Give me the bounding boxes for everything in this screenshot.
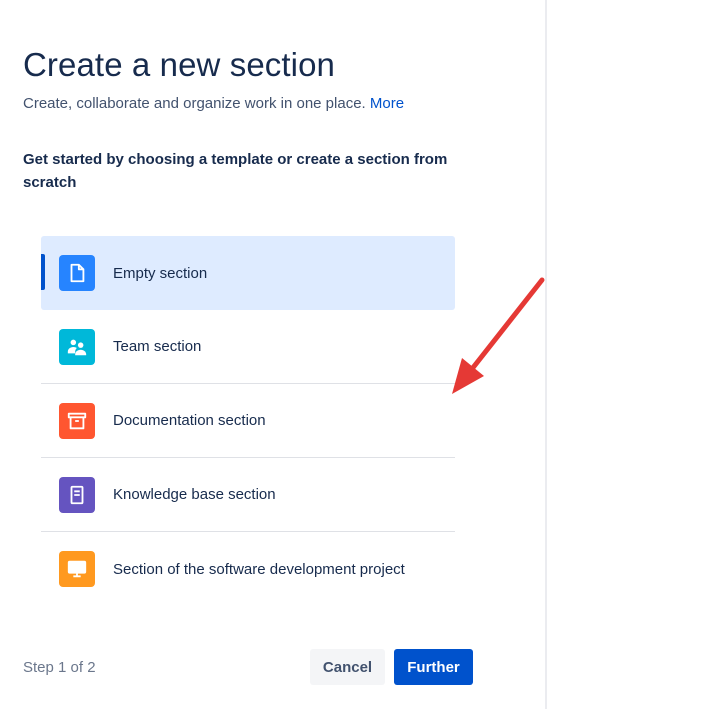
further-button[interactable]: Further [394, 649, 473, 685]
template-label: Documentation section [113, 412, 266, 429]
cancel-button[interactable]: Cancel [310, 649, 385, 685]
page-title: Create a new section [23, 46, 336, 83]
people-icon [59, 328, 95, 365]
template-prompt: Get started by choosing a template or cr… [23, 151, 448, 191]
monitor-icon [59, 551, 95, 587]
document-icon [59, 255, 95, 291]
notebook-icon [59, 476, 95, 513]
archive-icon [59, 402, 95, 439]
subtitle-text: Create, collaborate and organize work in… [23, 95, 366, 112]
more-link[interactable]: More [370, 95, 404, 112]
template-label: Knowledge base section [113, 486, 276, 503]
template-item-empty-section[interactable]: Empty section [41, 236, 455, 310]
template-item-team-section[interactable]: Team section [41, 310, 455, 384]
template-item-software-project-section[interactable]: Section of the software development proj… [41, 532, 455, 606]
template-item-knowledge-base-section[interactable]: Knowledge base section [41, 458, 455, 532]
dialog-subtitle: Create, collaborate and organize work in… [23, 95, 404, 112]
template-item-documentation-section[interactable]: Documentation section [41, 384, 455, 458]
template-label: Section of the software development proj… [113, 560, 405, 578]
step-indicator: Step 1 of 2 [23, 659, 96, 676]
template-label: Team section [113, 338, 202, 355]
template-label: Empty section [113, 264, 208, 282]
annotation-arrow-icon [452, 277, 545, 394]
template-list: Empty section Team section Documentation… [41, 236, 455, 606]
